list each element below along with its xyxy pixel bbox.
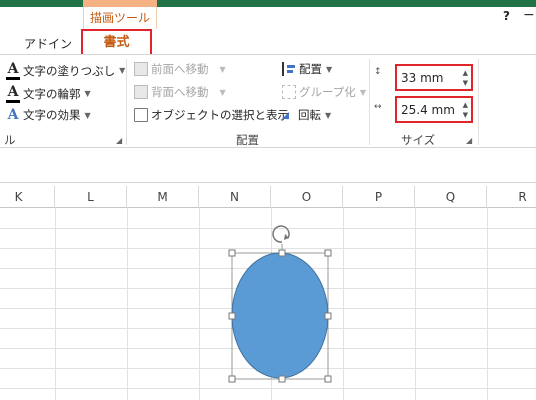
group-icon (282, 85, 296, 99)
text-effect-icon: A (7, 107, 19, 123)
text-outline-icon: A (6, 84, 20, 103)
col-q[interactable]: Q (415, 186, 487, 208)
bring-forward-icon (134, 62, 148, 76)
selected-oval-shape[interactable] (222, 222, 342, 388)
text-fill-button[interactable]: A 文字の塗りつぶし ▼ (6, 61, 125, 80)
size-launcher-icon[interactable]: ◢ (466, 136, 472, 145)
group-button[interactable]: グループ化 ▼ (282, 84, 366, 100)
size-group-label: サイズ (401, 133, 436, 147)
tab-format[interactable]: 書式 (81, 29, 152, 56)
rotate-handle-icon (272, 225, 290, 243)
arrange-group-label: 配置 (236, 133, 259, 147)
align-icon (282, 62, 296, 76)
text-fill-icon: A (6, 61, 20, 80)
shape-height-input[interactable]: 33 mm ▲ ▼ (395, 64, 473, 91)
selection-pane-button[interactable]: オブジェクトの選択と表示 (134, 107, 289, 123)
tab-addin[interactable]: アドイン (24, 35, 72, 52)
col-k[interactable]: K (0, 186, 55, 208)
ribbon: A 文字の塗りつぶし ▼ A 文字の輪郭 ▼ A 文字の効果 ▼ ル ◢ 前面へ移動 ▼… (0, 54, 536, 148)
title-bar (0, 0, 536, 7)
col-n[interactable]: N (199, 186, 271, 208)
formula-bar-area (0, 148, 536, 186)
drawing-tools-label: 描画ツール (83, 7, 157, 29)
height-spinner-icon[interactable]: ▲ ▼ (463, 68, 468, 88)
send-backward-icon (134, 85, 148, 99)
align-button[interactable]: 配置 ▼ (282, 61, 332, 77)
wordart-group-label: ル (4, 133, 16, 147)
ribbon-collapse-button[interactable]: − (523, 7, 535, 23)
shape-width-input[interactable]: 25.4 mm ▲ ▼ (395, 96, 473, 123)
col-l[interactable]: L (55, 186, 127, 208)
col-o[interactable]: O (271, 186, 343, 208)
wordart-launcher-icon[interactable]: ◢ (116, 136, 122, 145)
ribbon-tabs: アドイン 書式 (0, 29, 536, 56)
height-icon: ↕ (374, 67, 382, 77)
col-m[interactable]: M (127, 186, 199, 208)
column-header: K L M N O P Q R (0, 186, 536, 208)
text-effect-button[interactable]: A 文字の効果 ▼ (6, 107, 91, 123)
selection-pane-icon (134, 108, 148, 122)
col-r[interactable]: R (487, 186, 536, 208)
col-p[interactable]: P (343, 186, 415, 208)
text-outline-button[interactable]: A 文字の輪郭 ▼ (6, 84, 91, 103)
width-spinner-icon[interactable]: ▲ ▼ (463, 100, 468, 120)
bring-forward-button[interactable]: 前面へ移動 ▼ (134, 61, 226, 77)
rotate-icon (282, 111, 289, 119)
help-button[interactable]: ? (503, 9, 510, 23)
context-band (83, 0, 157, 7)
oval-shape (231, 252, 329, 379)
send-backward-button[interactable]: 背面へ移動 ▼ (134, 84, 226, 100)
width-icon: ↔ (374, 102, 382, 112)
rotate-button[interactable]: 回転 ▼ (282, 107, 331, 123)
